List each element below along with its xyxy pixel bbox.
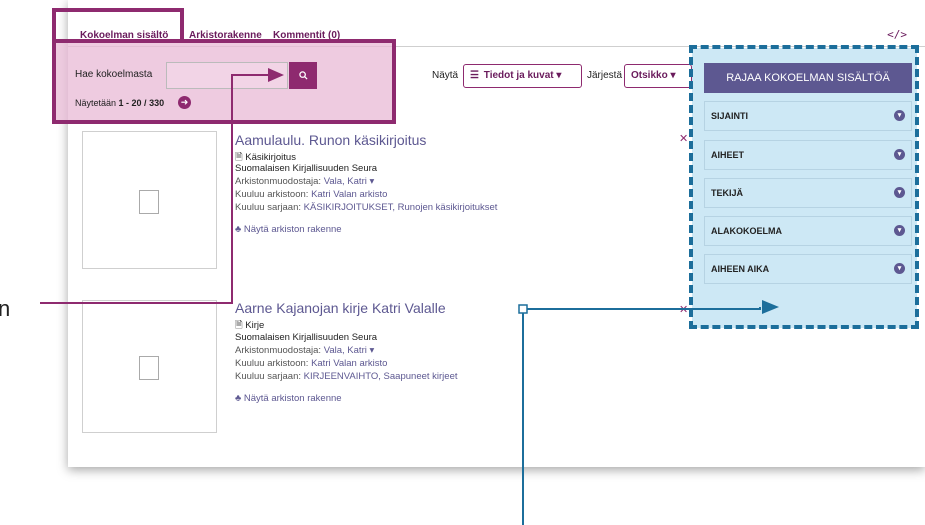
blue-arrowhead: [762, 300, 779, 314]
annotation-left-text: n: [0, 296, 11, 321]
pink-arrowhead: [268, 68, 284, 82]
annotation-arrows: [40, 68, 779, 525]
blue-connector-node: [518, 304, 528, 314]
blue-connector-line: [522, 307, 761, 525]
pink-connector-line: [40, 74, 268, 304]
